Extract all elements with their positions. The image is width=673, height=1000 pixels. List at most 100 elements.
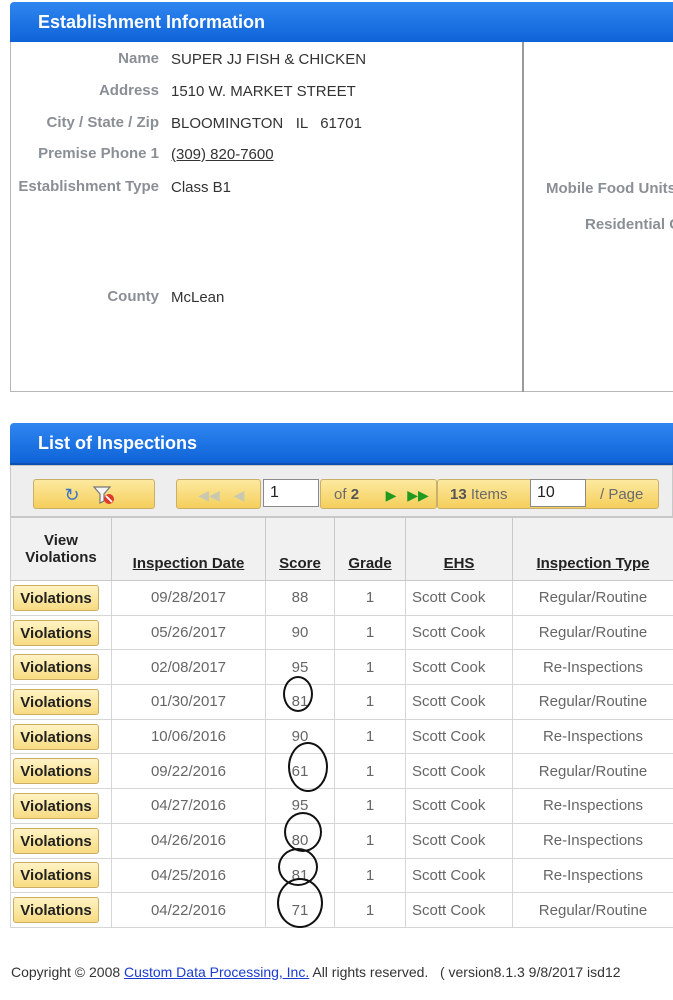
score-cell: 81 bbox=[265, 684, 335, 720]
panel-divider bbox=[522, 42, 524, 392]
footer: Copyright © 2008 Custom Data Processing,… bbox=[11, 964, 621, 980]
grade-cell: 1 bbox=[334, 892, 406, 928]
grade-cell: 1 bbox=[334, 822, 406, 859]
col-score[interactable]: Score bbox=[265, 517, 335, 581]
page-of-label: of 2 bbox=[334, 486, 360, 503]
score-cell: 88 bbox=[265, 580, 335, 616]
phone-link[interactable]: (309) 820-7600 bbox=[171, 146, 274, 163]
next-page-icon[interactable]: ▶ bbox=[379, 484, 403, 506]
field-label: Address bbox=[98, 82, 159, 99]
mobile-food-units-label: Mobile Food Units bbox=[546, 180, 673, 197]
establishment-title: Establishment Information bbox=[38, 12, 266, 32]
inspection-type-cell: Regular/Routine bbox=[512, 892, 673, 928]
footer-copyright: Copyright © 2008 bbox=[11, 964, 121, 980]
table-row: Violations 01/30/2017 81 1 Scott Cook Regular… bbox=[10, 684, 673, 720]
violations-button[interactable]: Violations bbox=[13, 688, 99, 715]
inspection-type-cell: Regular/Routine bbox=[512, 580, 673, 616]
inspection-type-cell: Re-Inspections bbox=[512, 718, 673, 755]
refresh-filter-group: ↻ bbox=[33, 479, 155, 509]
inspection-date-cell: 04/26/2016 bbox=[111, 822, 266, 859]
inspection-date-cell: 05/26/2017 bbox=[111, 614, 266, 651]
inspection-date-cell: 01/30/2017 bbox=[111, 684, 266, 720]
page-number-input[interactable] bbox=[263, 479, 319, 507]
ehs-cell: Scott Cook bbox=[405, 857, 513, 894]
col-inspection-type[interactable]: Inspection Type bbox=[512, 517, 673, 581]
ehs-cell: Scott Cook bbox=[405, 788, 513, 824]
violations-cell: Violations bbox=[10, 580, 112, 616]
inspection-type-cell: Re-Inspections bbox=[512, 649, 673, 686]
ehs-cell: Scott Cook bbox=[405, 684, 513, 720]
field-label: Premise Phone 1 bbox=[38, 145, 159, 162]
last-page-icon[interactable]: ▶▶ bbox=[406, 484, 430, 506]
establishment-header: Establishment Information bbox=[10, 2, 673, 42]
ehs-cell: Scott Cook bbox=[405, 822, 513, 859]
col-ehs[interactable]: EHS bbox=[405, 517, 513, 581]
violations-cell: Violations bbox=[10, 892, 112, 928]
table-row: Violations 04/27/2016 95 1 Scott Cook Re-Insp… bbox=[10, 788, 673, 824]
prev-page-icon[interactable]: ◀ bbox=[227, 484, 251, 506]
table-row: Violations 02/08/2017 95 1 Scott Cook Re-Insp… bbox=[10, 649, 673, 686]
inspection-date-cell: 04/22/2016 bbox=[111, 892, 266, 928]
grade-cell: 1 bbox=[334, 753, 406, 790]
table-row: Violations 04/22/2016 71 1 Scott Cook Regular… bbox=[10, 892, 673, 928]
violations-button[interactable]: Violations bbox=[13, 758, 99, 785]
inspection-type-cell: Regular/Routine bbox=[512, 753, 673, 790]
inspection-date-cell: 09/22/2016 bbox=[111, 753, 266, 790]
violations-button[interactable]: Violations bbox=[13, 862, 99, 889]
ehs-cell: Scott Cook bbox=[405, 892, 513, 928]
inspection-date-cell: 10/06/2016 bbox=[111, 718, 266, 755]
field-label: Name bbox=[118, 50, 159, 67]
grade-cell: 1 bbox=[334, 614, 406, 651]
table-row: Violations 04/26/2016 80 1 Scott Cook Re-Insp… bbox=[10, 822, 673, 859]
page-size-input[interactable] bbox=[530, 479, 586, 507]
grade-cell: 1 bbox=[334, 718, 406, 755]
violations-button[interactable]: Violations bbox=[13, 584, 99, 611]
clear-filter-icon[interactable] bbox=[92, 484, 116, 506]
col-grade[interactable]: Grade bbox=[334, 517, 406, 581]
inspection-type-cell: Re-Inspections bbox=[512, 857, 673, 894]
page-size-label: / Page bbox=[600, 486, 644, 503]
violations-button[interactable]: Violations bbox=[13, 654, 99, 681]
table-body: Violations 09/28/2017 88 1 Scott Cook Regular… bbox=[10, 580, 673, 928]
violations-button[interactable]: Violations bbox=[13, 723, 99, 750]
grade-cell: 1 bbox=[334, 649, 406, 686]
score-cell: 80 bbox=[265, 822, 335, 859]
residential-label: Residential C bbox=[585, 216, 673, 233]
grade-cell: 1 bbox=[334, 684, 406, 720]
first-page-icon[interactable]: ◀◀ bbox=[197, 484, 221, 506]
score-cell: 90 bbox=[265, 718, 335, 755]
items-count-label: 13 Items bbox=[450, 486, 508, 503]
field-value: McLean bbox=[171, 289, 225, 306]
inspection-type-cell: Re-Inspections bbox=[512, 788, 673, 824]
inspections-title: List of Inspections bbox=[38, 433, 198, 453]
col-view-violations: View Violations bbox=[10, 517, 112, 581]
score-cell: 95 bbox=[265, 788, 335, 824]
field-value: 1510 W. MARKET STREET bbox=[171, 83, 356, 100]
grid-toolbar: ↻ ◀◀ ◀ of 2 ▶ ▶▶ 13 Items / Page bbox=[10, 465, 673, 517]
inspection-type-cell: Regular/Routine bbox=[512, 684, 673, 720]
field-label: City / State / Zip bbox=[46, 114, 159, 131]
violations-button[interactable]: Violations bbox=[13, 792, 99, 819]
inspection-date-cell: 09/28/2017 bbox=[111, 580, 266, 616]
ehs-cell: Scott Cook bbox=[405, 614, 513, 651]
violations-cell: Violations bbox=[10, 857, 112, 894]
footer-company-link[interactable]: Custom Data Processing, Inc. bbox=[124, 964, 309, 980]
grade-cell: 1 bbox=[334, 580, 406, 616]
refresh-icon[interactable]: ↻ bbox=[60, 484, 84, 506]
violations-button[interactable]: Violations bbox=[13, 897, 99, 924]
violations-button[interactable]: Violations bbox=[13, 827, 99, 854]
ehs-cell: Scott Cook bbox=[405, 718, 513, 755]
pager-forward-group: of 2 ▶ ▶▶ bbox=[320, 479, 437, 509]
violations-button[interactable]: Violations bbox=[13, 619, 99, 646]
pager-back-group: ◀◀ ◀ bbox=[176, 479, 261, 509]
inspection-date-cell: 04/27/2016 bbox=[111, 788, 266, 824]
inspections-header: List of Inspections bbox=[10, 423, 673, 463]
score-cell: 81 bbox=[265, 857, 335, 894]
table-row: Violations 09/22/2016 61 1 Scott Cook Regular… bbox=[10, 753, 673, 790]
col-inspection-date[interactable]: Inspection Date bbox=[111, 517, 266, 581]
violations-cell: Violations bbox=[10, 788, 112, 824]
ehs-cell: Scott Cook bbox=[405, 649, 513, 686]
table-row: Violations 04/25/2016 81 1 Scott Cook Re-Insp… bbox=[10, 857, 673, 894]
grade-cell: 1 bbox=[334, 857, 406, 894]
field-label: Establishment Type bbox=[18, 178, 159, 195]
